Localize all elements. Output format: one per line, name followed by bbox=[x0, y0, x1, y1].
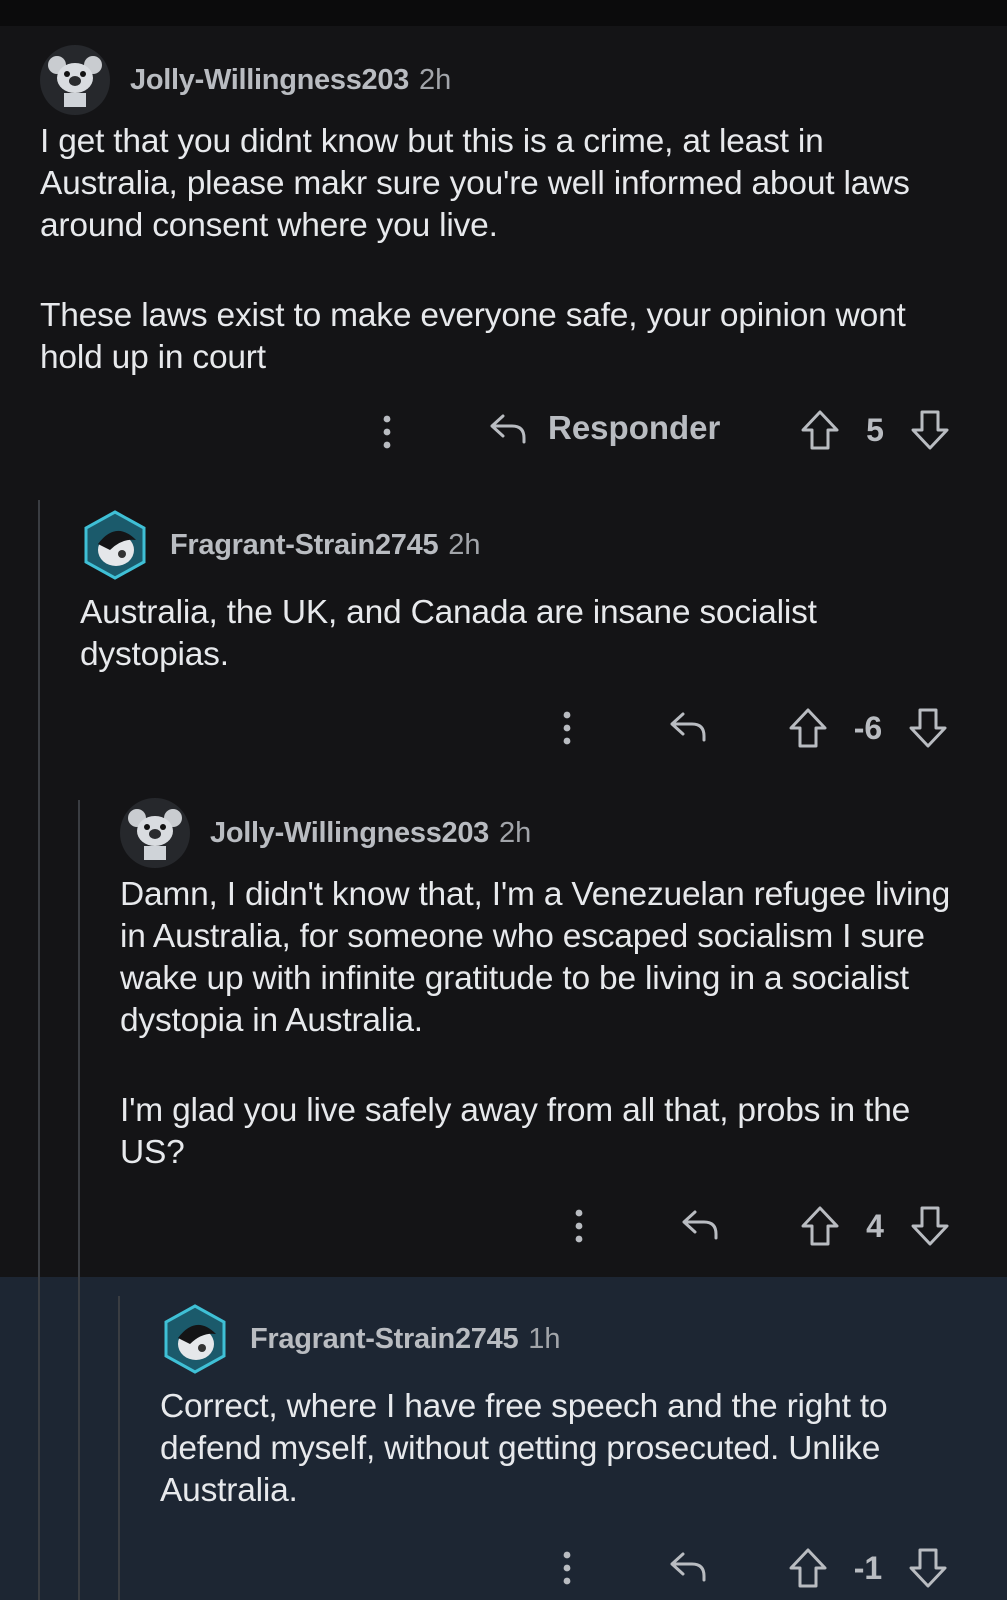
comment-author[interactable]: Jolly-Willingness203 bbox=[210, 817, 489, 850]
upvote-arrow-icon[interactable] bbox=[788, 706, 828, 750]
vote-controls: -1 bbox=[788, 1546, 948, 1590]
vote-score: 5 bbox=[866, 411, 884, 448]
reply-arrow-icon bbox=[490, 414, 526, 444]
comment-timestamp: 2h bbox=[499, 816, 532, 849]
vote-controls: 5 bbox=[800, 408, 950, 452]
upvote-arrow-icon[interactable] bbox=[800, 408, 840, 452]
snoo-koala-avatar[interactable] bbox=[120, 798, 190, 868]
reply-button[interactable] bbox=[668, 1546, 708, 1586]
snoo-koala-avatar[interactable] bbox=[40, 45, 110, 115]
comment-paragraph: These laws exist to make everyone safe, … bbox=[40, 297, 906, 376]
downvote-arrow-icon[interactable] bbox=[910, 408, 950, 452]
comment-timestamp: 1h bbox=[528, 1322, 561, 1355]
vote-score: 4 bbox=[866, 1207, 884, 1244]
comment-paragraph: I get that you didnt know but this is a … bbox=[40, 123, 910, 244]
comment-paragraph: Damn, I didn't know that, I'm a Venezuel… bbox=[120, 876, 951, 1039]
comment-paragraph: Australia, the UK, and Canada are insane… bbox=[80, 594, 817, 673]
reply-button[interactable] bbox=[680, 1204, 720, 1244]
comment: Jolly-Willingness203 2h I get that you d… bbox=[40, 45, 970, 379]
comment-author[interactable]: Fragrant-Strain2745 bbox=[250, 1323, 519, 1356]
comment-body: Australia, the UK, and Canada are insane… bbox=[80, 592, 940, 676]
comment-paragraph: I'm glad you live safely away from all t… bbox=[120, 1092, 911, 1171]
more-vertical-icon[interactable] bbox=[568, 1204, 590, 1253]
vote-score: -1 bbox=[853, 1549, 883, 1586]
vote-controls: 4 bbox=[800, 1204, 950, 1248]
comment-body: Damn, I didn't know that, I'm a Venezuel… bbox=[120, 874, 955, 1174]
reply-label: Responder bbox=[548, 409, 721, 446]
thread-line-level-2[interactable] bbox=[78, 800, 80, 1600]
comment: Jolly-Willingness203 2h Damn, I didn't k… bbox=[120, 798, 970, 1174]
reply-button[interactable] bbox=[668, 706, 708, 746]
comment-header: Fragrant-Strain2745 2h bbox=[80, 510, 970, 580]
reply-arrow-icon bbox=[670, 1552, 706, 1582]
comment-header: Jolly-Willingness203 2h bbox=[40, 45, 970, 115]
reply-arrow-icon bbox=[670, 712, 706, 742]
more-vertical-icon[interactable] bbox=[376, 410, 398, 459]
comment-author[interactable]: Fragrant-Strain2745 bbox=[170, 529, 439, 562]
upvote-arrow-icon[interactable] bbox=[800, 1204, 840, 1248]
comment-paragraph: Correct, where I have free speech and th… bbox=[160, 1388, 888, 1509]
comment: Fragrant-Strain2745 1h Correct, where I … bbox=[160, 1304, 970, 1512]
thread-line-level-1[interactable] bbox=[38, 500, 40, 1600]
downvote-arrow-icon[interactable] bbox=[908, 1546, 948, 1590]
more-vertical-icon[interactable] bbox=[556, 706, 578, 755]
comment-timestamp: 2h bbox=[448, 528, 481, 561]
vote-score: -6 bbox=[853, 709, 883, 746]
comment-header: Fragrant-Strain2745 1h bbox=[160, 1304, 970, 1374]
downvote-arrow-icon[interactable] bbox=[910, 1204, 950, 1248]
vote-controls: -6 bbox=[788, 706, 948, 750]
more-vertical-icon[interactable] bbox=[556, 1546, 578, 1595]
reply-arrow-icon bbox=[682, 1210, 718, 1240]
upvote-arrow-icon[interactable] bbox=[788, 1546, 828, 1590]
comment-body: I get that you didnt know but this is a … bbox=[40, 121, 920, 379]
snoo-hex-avatar[interactable] bbox=[160, 1304, 230, 1374]
downvote-arrow-icon[interactable] bbox=[908, 706, 948, 750]
comment-author[interactable]: Jolly-Willingness203 bbox=[130, 64, 409, 97]
comment-timestamp: 2h bbox=[419, 63, 452, 96]
top-status-bar bbox=[0, 0, 1007, 26]
comment-header: Jolly-Willingness203 2h bbox=[120, 798, 970, 868]
comment-body: Correct, where I have free speech and th… bbox=[160, 1386, 970, 1512]
reply-button[interactable]: Responder bbox=[488, 408, 720, 448]
comment: Fragrant-Strain2745 2h Australia, the UK… bbox=[80, 510, 970, 676]
snoo-hex-avatar[interactable] bbox=[80, 510, 150, 580]
thread-line-level-3[interactable] bbox=[118, 1296, 120, 1600]
